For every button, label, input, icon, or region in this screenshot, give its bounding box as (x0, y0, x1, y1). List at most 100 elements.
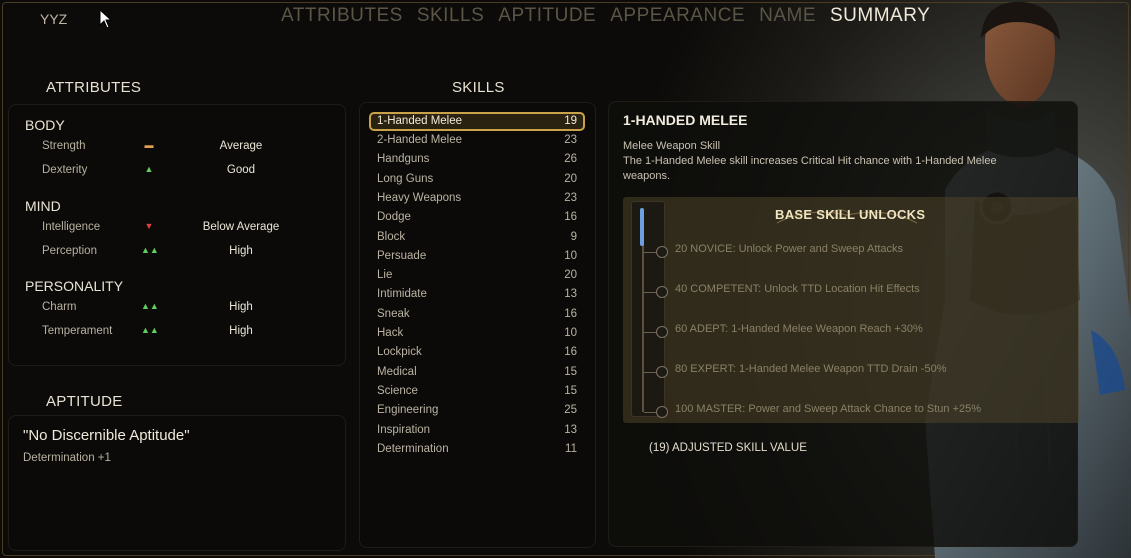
tab-attributes[interactable]: ATTRIBUTES (281, 5, 403, 27)
unlock-tier-expert: 80 EXPERT: 1-Handed Melee Weapon TTD Dra… (675, 363, 947, 375)
tier-tick (644, 372, 656, 373)
skill-name: Handguns (377, 153, 430, 165)
skill-value: 19 (564, 115, 577, 127)
skill-name: Long Guns (377, 173, 434, 185)
skill-row[interactable]: Intimidate 13 (369, 285, 585, 304)
skill-progress-fill (640, 208, 644, 246)
attribute-row-dexterity[interactable]: Dexterity ▲ Good (9, 161, 347, 181)
tier-tick (644, 332, 656, 333)
skill-value: 26 (564, 153, 577, 165)
up-arrow-icon: ▲ (144, 164, 154, 174)
attributes-panel: BODY Strength ▬ Average Dexterity ▲ Good… (8, 104, 346, 366)
attribute-row-perception[interactable]: Perception ▲▲ High (9, 242, 347, 262)
skills-panel: 1-Handed Melee 19 2-Handed Melee 23 Handgu… (359, 102, 596, 548)
skill-row[interactable]: Hack 10 (369, 324, 585, 343)
skill-row[interactable]: Engineering 25 (369, 401, 585, 420)
skill-progress-track (631, 201, 668, 418)
tab-summary[interactable]: SUMMARY (830, 5, 930, 27)
attribute-name: Charm (42, 301, 77, 313)
skill-detail-description: The 1-Handed Melee skill increases Criti… (623, 155, 997, 182)
aptitude-bonus: Determination +1 (23, 452, 111, 464)
skill-name: Medical (377, 366, 417, 378)
tab-skills[interactable]: SKILLS (417, 5, 484, 27)
skill-value: 13 (564, 424, 577, 436)
skill-name: Engineering (377, 404, 439, 416)
skill-row[interactable]: 2-Handed Melee 23 (369, 131, 585, 150)
skill-row[interactable]: Science 15 (369, 382, 585, 401)
skill-row[interactable]: Medical 15 (369, 363, 585, 382)
skill-row[interactable]: Heavy Weapons 23 (369, 189, 585, 208)
attribute-name: Perception (42, 245, 97, 257)
skill-value: 20 (564, 173, 577, 185)
unlock-tier-master: 100 MASTER: Power and Sweep Attack Chanc… (675, 403, 982, 415)
skill-row[interactable]: Inspiration 13 (369, 421, 585, 440)
attribute-name: Intelligence (42, 221, 101, 233)
attribute-row-strength[interactable]: Strength ▬ Average (9, 137, 347, 157)
unlock-tier-adept: 60 ADEPT: 1-Handed Melee Weapon Reach +3… (675, 323, 923, 335)
attribute-name: Dexterity (42, 164, 88, 176)
attribute-value: Average (219, 140, 263, 152)
attribute-row-temperament[interactable]: Temperament ▲▲ High (9, 322, 347, 342)
double-up-arrow-icon: ▲▲ (141, 301, 159, 311)
skill-row[interactable]: Long Guns 20 (369, 170, 585, 189)
tier-tick (644, 252, 656, 253)
skill-row[interactable]: Dodge 16 (369, 208, 585, 227)
skills-heading: SKILLS (452, 79, 505, 96)
skill-row[interactable]: Sneak 16 (369, 305, 585, 324)
tier-node-icon (656, 406, 668, 418)
skill-name: Science (377, 385, 418, 397)
aptitude-panel: "No Discernible Aptitude" Determination … (8, 415, 346, 551)
skill-detail-subtitle: Melee Weapon Skill (623, 140, 721, 152)
attribute-name: Temperament (42, 325, 113, 337)
skill-value: 16 (564, 308, 577, 320)
skill-unlocks-title: BASE SKILL UNLOCKS (775, 207, 926, 222)
skill-value: 23 (564, 192, 577, 204)
skill-name: Intimidate (377, 288, 427, 300)
skill-name: Hack (377, 327, 404, 339)
attribute-value: High (229, 325, 253, 337)
skill-value: 15 (564, 366, 577, 378)
tier-tick (644, 292, 656, 293)
mouse-cursor-icon (99, 9, 113, 29)
skill-detail-panel: 1-HANDED MELEE Melee Weapon Skill The 1-… (608, 101, 1079, 547)
attribute-row-intelligence[interactable]: Intelligence ▼ Below Average (9, 218, 347, 238)
skill-row[interactable]: Block 9 (369, 228, 585, 247)
skill-name: Inspiration (377, 424, 431, 436)
skill-row[interactable]: 1-Handed Melee 19 (369, 112, 585, 131)
attribute-row-charm[interactable]: Charm ▲▲ High (9, 298, 347, 318)
skill-detail-title: 1-HANDED MELEE (623, 112, 748, 128)
group-title-personality: PERSONALITY (25, 278, 124, 294)
group-title-mind: MIND (25, 198, 61, 214)
unlock-tier-competent: 40 COMPETENT: Unlock TTD Location Hit Ef… (675, 283, 920, 295)
group-title-body: BODY (25, 117, 65, 133)
tab-appearance[interactable]: APPEARANCE (610, 5, 745, 27)
skill-name: Persuade (377, 250, 427, 262)
tab-aptitude[interactable]: APTITUDE (498, 5, 596, 27)
aptitude-heading: APTITUDE (46, 393, 123, 410)
tier-node-icon (656, 286, 668, 298)
skill-value: 16 (564, 211, 577, 223)
skill-value: 13 (564, 288, 577, 300)
skill-value: 25 (564, 404, 577, 416)
tier-node-icon (656, 366, 668, 378)
skill-name: Block (377, 231, 406, 243)
attribute-value: Below Average (202, 221, 280, 233)
skill-row[interactable]: Persuade 10 (369, 247, 585, 266)
tier-tick (644, 412, 656, 413)
skill-name: Dodge (377, 211, 411, 223)
down-arrow-icon: ▼ (144, 221, 154, 231)
tab-name[interactable]: NAME (759, 5, 816, 27)
skill-name: 2-Handed Melee (377, 134, 463, 146)
skill-value: 23 (564, 134, 577, 146)
skill-row[interactable]: Determination 11 (369, 440, 585, 459)
skill-row[interactable]: Lie 20 (369, 266, 585, 285)
tier-node-icon (656, 326, 668, 338)
skill-row[interactable]: Lockpick 16 (369, 343, 585, 362)
skill-row[interactable]: Handguns 26 (369, 150, 585, 169)
double-up-arrow-icon: ▲▲ (141, 245, 159, 255)
user-name: YYZ (40, 11, 68, 27)
skill-value: 10 (564, 250, 577, 262)
attributes-heading: ATTRIBUTES (46, 79, 142, 96)
aptitude-name: "No Discernible Aptitude" (23, 427, 190, 444)
skill-name: Heavy Weapons (377, 192, 462, 204)
